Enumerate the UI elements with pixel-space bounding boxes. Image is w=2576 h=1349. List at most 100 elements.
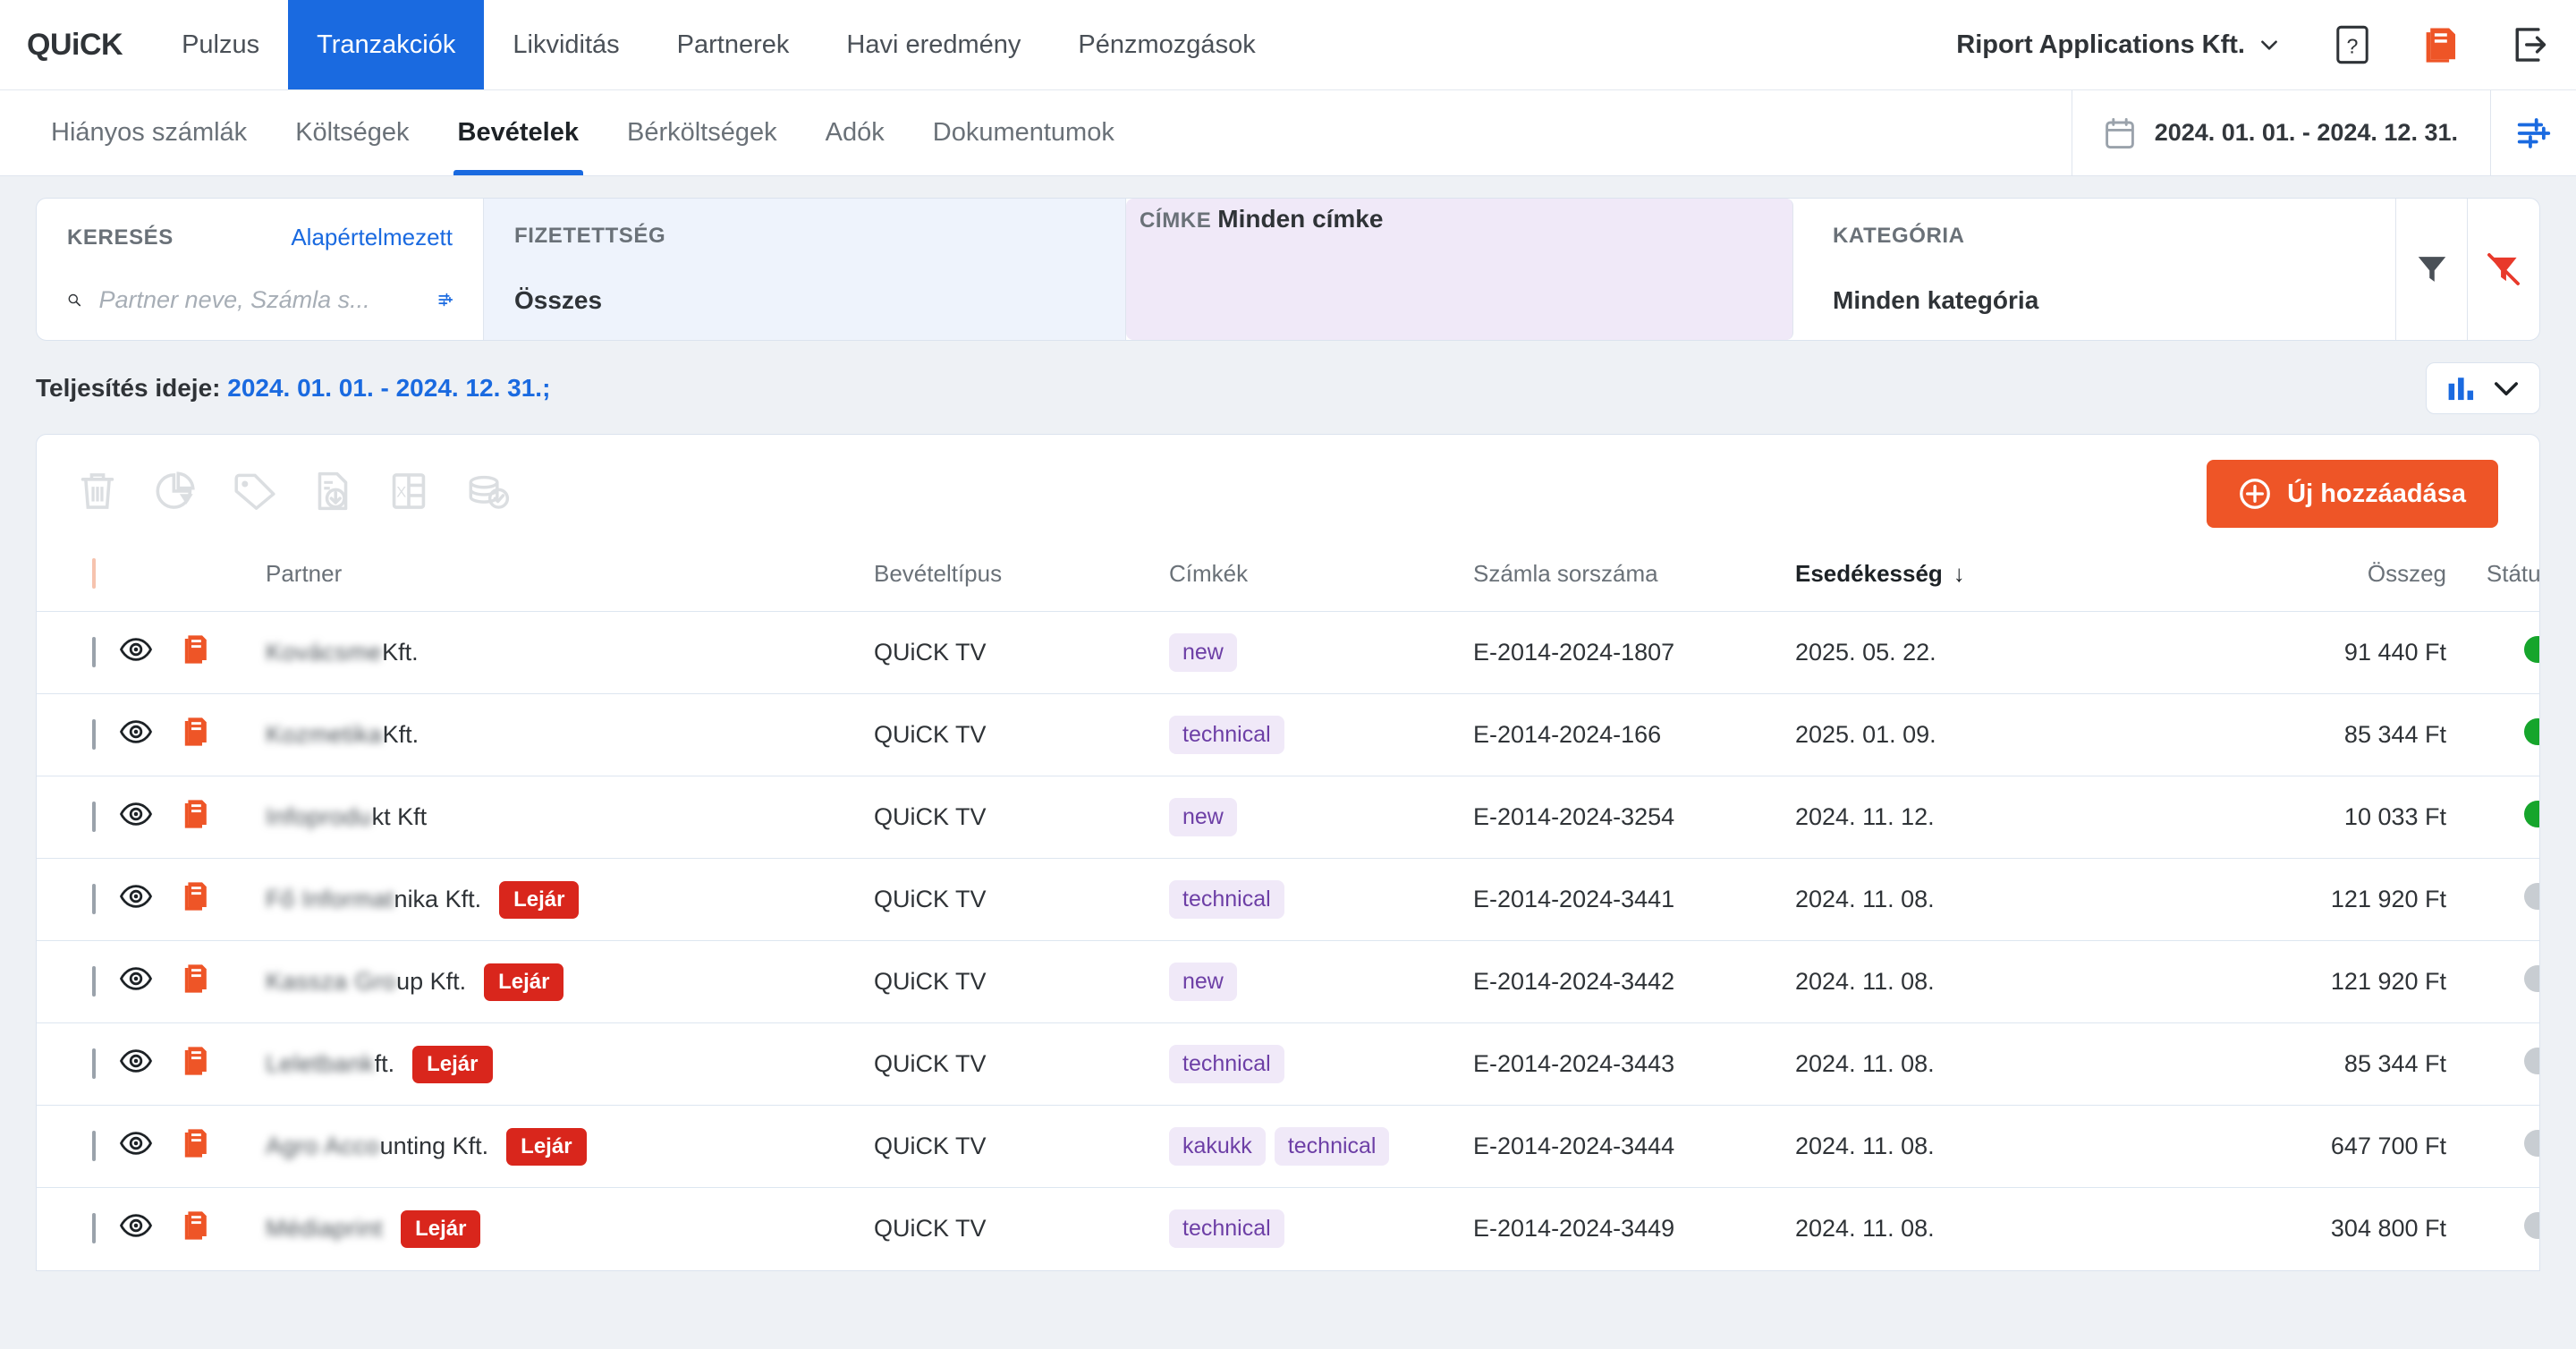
row-checkbox[interactable] <box>92 966 96 997</box>
invoice-icon[interactable] <box>183 1129 210 1165</box>
tag-chip[interactable]: technical <box>1169 716 1284 754</box>
table-row[interactable]: KovácsmeKft. QUiCK TV new E-2014-2024-1807 2… <box>37 611 2539 694</box>
invoice-icon[interactable] <box>183 964 210 1000</box>
eye-icon[interactable] <box>119 1132 153 1161</box>
chart-toggle-button[interactable] <box>2426 362 2540 414</box>
row-amount-cell: 647 700 Ft <box>2162 1105 2484 1188</box>
app-logo[interactable]: QUiCK <box>0 0 153 89</box>
pie-chart-icon[interactable] <box>155 471 196 518</box>
tag-icon[interactable] <box>233 471 276 517</box>
invoice-icon[interactable] <box>183 1047 210 1082</box>
partner-name-redacted: Kassza Gro <box>266 968 397 995</box>
excel-icon[interactable]: X <box>389 471 428 518</box>
search-input[interactable] <box>98 285 420 314</box>
tag-chip[interactable]: technical <box>1274 1127 1390 1166</box>
column-header-partner[interactable]: Partner <box>266 544 874 612</box>
tag-chip[interactable]: new <box>1169 798 1237 836</box>
sub-nav-item-4[interactable]: Adók <box>801 90 909 175</box>
completion-period-value[interactable]: 2024. 01. 01. - 2024. 12. 31.; <box>227 374 550 402</box>
status-badge[interactable] <box>2524 883 2539 910</box>
invoice-icon[interactable] <box>183 635 210 671</box>
logout-button[interactable] <box>2487 0 2576 89</box>
plus-circle-icon <box>2240 479 2271 509</box>
main-nav-item-5[interactable]: Pénzmozgások <box>1049 0 1284 89</box>
column-header-due[interactable]: Esedékesség ↓ <box>1795 544 2162 612</box>
table-row[interactable]: Infoprodukt Kft QUiCK TV new E-2014-2024-32… <box>37 776 2539 859</box>
status-badge[interactable] <box>2524 636 2539 663</box>
status-badge[interactable] <box>2524 1130 2539 1157</box>
row-checkbox[interactable] <box>92 719 96 750</box>
table-settings-button[interactable] <box>2490 90 2576 175</box>
status-badge[interactable] <box>2524 801 2539 827</box>
date-range-picker[interactable]: 2024. 01. 01. - 2024. 12. 31. <box>2071 90 2490 175</box>
clear-filter-button[interactable] <box>2468 199 2539 340</box>
column-header-type[interactable]: Bevételtípus <box>874 544 1169 612</box>
tag-chip[interactable]: technical <box>1169 1045 1284 1083</box>
status-badge[interactable] <box>2524 718 2539 745</box>
tag-chip[interactable]: technical <box>1169 1209 1284 1249</box>
status-badge[interactable] <box>2524 965 2539 992</box>
tag-chip[interactable]: new <box>1169 963 1237 1001</box>
trash-icon[interactable] <box>78 471 117 518</box>
eye-icon[interactable] <box>119 1214 153 1243</box>
filter-payment-status[interactable]: FIZETETTSÉG Összes <box>484 199 1126 340</box>
eye-icon[interactable] <box>119 638 153 667</box>
table-row[interactable]: Fő Informatnika Kft. Lejár QUiCK TV technic… <box>37 858 2539 941</box>
help-button[interactable]: ? <box>2308 0 2397 89</box>
row-tags-cell: technical <box>1169 858 1473 941</box>
main-nav-item-3[interactable]: Partnerek <box>648 0 818 89</box>
row-partner-cell: KozmetikaKft. <box>266 693 874 776</box>
eye-icon[interactable] <box>119 885 153 914</box>
company-selector[interactable]: Riport Applications Kft. <box>1929 0 2308 89</box>
partner-name-redacted: Médiaprint <box>266 1215 384 1243</box>
row-checkbox[interactable] <box>92 802 96 832</box>
table-row[interactable]: KozmetikaKft. QUiCK TV technical E-2014-202… <box>37 693 2539 776</box>
table-row[interactable]: Kassza Group Kft. Lejár QUiCK TV new E-2014-… <box>37 940 2539 1023</box>
status-badge[interactable] <box>2524 1048 2539 1074</box>
row-checkbox[interactable] <box>92 637 96 667</box>
status-badge[interactable] <box>2524 1212 2539 1240</box>
sub-nav-item-0[interactable]: Hiányos számlák <box>27 90 271 175</box>
invoice-icon[interactable] <box>183 1211 210 1247</box>
sub-nav-item-2[interactable]: Bevételek <box>434 90 603 175</box>
eye-icon[interactable] <box>119 802 153 832</box>
table-row[interactable]: Agro Accounting Kft. Lejár QUiCK TV kakukk t… <box>37 1105 2539 1188</box>
select-all-checkbox[interactable] <box>92 558 96 589</box>
eye-icon[interactable] <box>119 967 153 997</box>
row-due-cell: 2024. 11. 08. <box>1795 858 2162 941</box>
row-checkbox[interactable] <box>92 1048 96 1079</box>
filter-reset-link[interactable]: Alapértelmezett <box>291 224 453 251</box>
main-nav-item-1[interactable]: Tranzakciók <box>288 0 485 89</box>
tag-chip[interactable]: kakukk <box>1169 1127 1266 1166</box>
sub-nav-item-5[interactable]: Dokumentumok <box>909 90 1139 175</box>
eye-icon[interactable] <box>119 720 153 750</box>
row-checkbox[interactable] <box>92 1213 96 1244</box>
invoice-icon[interactable] <box>183 717 210 753</box>
apply-filter-button[interactable] <box>2396 199 2468 340</box>
tag-chip[interactable]: technical <box>1169 880 1284 919</box>
add-new-button[interactable]: Új hozzáadása <box>2207 460 2498 528</box>
table-row[interactable]: Médiaprint Lejár QUiCK TV technical E-2014-2… <box>37 1187 2539 1270</box>
column-header-tags[interactable]: Címkék <box>1169 544 1473 612</box>
row-checkbox[interactable] <box>92 884 96 914</box>
column-header-status[interactable]: Státuszok <box>2484 544 2539 612</box>
sub-nav-item-3[interactable]: Bérköltségek <box>603 90 801 175</box>
documents-button[interactable] <box>2397 0 2487 89</box>
search-options-icon[interactable] <box>437 284 453 315</box>
filter-category[interactable]: KATEGÓRIA Minden kategória <box>1802 199 2396 340</box>
column-header-amount[interactable]: Összeg <box>2162 544 2484 612</box>
filter-tag[interactable]: CÍMKE Minden címke <box>1126 199 1793 340</box>
tag-chip[interactable]: new <box>1169 633 1237 672</box>
invoice-icon[interactable] <box>183 800 210 836</box>
coins-check-icon[interactable] <box>466 471 511 518</box>
sub-nav-item-1[interactable]: Költségek <box>271 90 433 175</box>
row-checkbox[interactable] <box>92 1131 96 1161</box>
file-download-icon[interactable] <box>314 471 352 518</box>
column-header-invoice[interactable]: Számla sorszáma <box>1473 544 1795 612</box>
main-nav-item-2[interactable]: Likviditás <box>484 0 648 89</box>
table-row[interactable]: Leletbankft. Lejár QUiCK TV technical E-2014… <box>37 1022 2539 1106</box>
invoice-icon[interactable] <box>183 882 210 918</box>
eye-icon[interactable] <box>119 1049 153 1079</box>
main-nav-item-4[interactable]: Havi eredmény <box>818 0 1049 89</box>
main-nav-item-0[interactable]: Pulzus <box>153 0 288 89</box>
